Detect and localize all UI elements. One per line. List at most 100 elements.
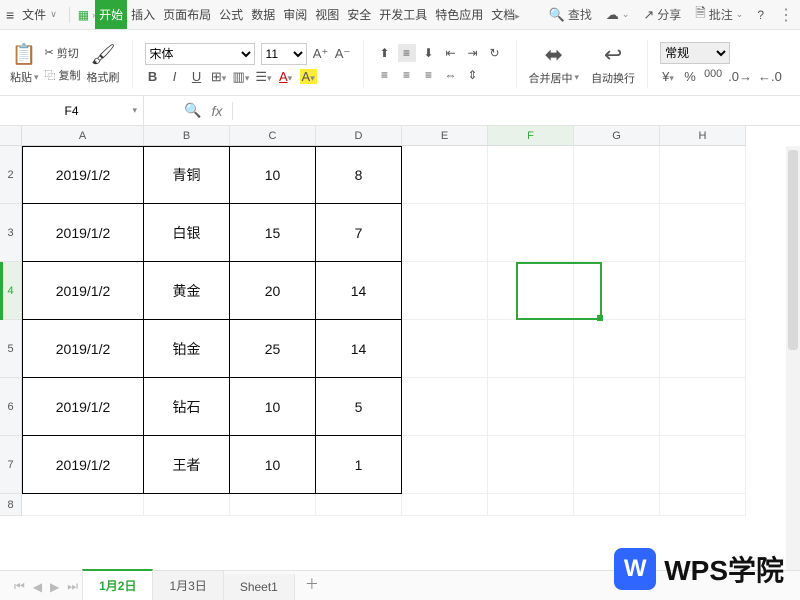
- font-name-select[interactable]: 宋体: [145, 43, 255, 65]
- cell[interactable]: 2019/1/2: [22, 146, 144, 204]
- cell[interactable]: 5: [316, 378, 402, 436]
- cell[interactable]: [574, 262, 660, 320]
- wrap-text-button[interactable]: ↩ 自动换行: [591, 42, 635, 86]
- cell[interactable]: [488, 262, 574, 320]
- underline-button[interactable]: U: [189, 69, 205, 84]
- cell[interactable]: [660, 262, 746, 320]
- cell[interactable]: [488, 494, 574, 516]
- cell[interactable]: 15: [230, 204, 316, 262]
- cell[interactable]: [402, 494, 488, 516]
- cell[interactable]: 10: [230, 436, 316, 494]
- col-header-E[interactable]: E: [402, 126, 488, 146]
- tab-view[interactable]: 视图: [311, 0, 343, 29]
- cell[interactable]: [574, 146, 660, 204]
- tab-data[interactable]: 数据: [247, 0, 279, 29]
- cell[interactable]: 黄金: [144, 262, 230, 320]
- cell[interactable]: [488, 146, 574, 204]
- thousands-button[interactable]: 000: [704, 68, 722, 85]
- sheet-tab-3[interactable]: Sheet1: [224, 574, 295, 600]
- tab-formulas[interactable]: 公式: [215, 0, 247, 29]
- cell[interactable]: 10: [230, 378, 316, 436]
- merge-across-button[interactable]: ⇔: [442, 66, 460, 84]
- document-tab[interactable]: ▦ ›: [78, 8, 95, 22]
- paste-button[interactable]: 📋 粘贴▾: [10, 42, 39, 85]
- bold-button[interactable]: B: [145, 69, 161, 84]
- vertical-scrollbar[interactable]: [786, 146, 800, 570]
- cell[interactable]: [574, 204, 660, 262]
- col-header-H[interactable]: H: [660, 126, 746, 146]
- indent-increase-button[interactable]: ⇥: [464, 44, 482, 62]
- col-header-A[interactable]: A: [22, 126, 144, 146]
- cell[interactable]: [402, 320, 488, 378]
- row-header[interactable]: 6: [0, 378, 22, 436]
- cell[interactable]: 2019/1/2: [22, 436, 144, 494]
- cell[interactable]: 1: [316, 436, 402, 494]
- number-format-select[interactable]: 常规: [660, 42, 730, 64]
- select-all-corner[interactable]: [0, 126, 22, 146]
- decrease-font-button[interactable]: A⁻: [335, 46, 351, 62]
- cell[interactable]: 钻石: [144, 378, 230, 436]
- orientation-button[interactable]: ↻: [486, 44, 504, 62]
- cell[interactable]: [660, 146, 746, 204]
- increase-decimal-button[interactable]: .0→: [728, 69, 752, 84]
- tab-dev[interactable]: 开发工具: [375, 0, 431, 29]
- col-header-F[interactable]: F: [488, 126, 574, 146]
- col-header-B[interactable]: B: [144, 126, 230, 146]
- cell[interactable]: 2019/1/2: [22, 262, 144, 320]
- cell[interactable]: [488, 436, 574, 494]
- row-header[interactable]: 7: [0, 436, 22, 494]
- formula-input[interactable]: [249, 104, 800, 118]
- cell[interactable]: [660, 378, 746, 436]
- tab-page-layout[interactable]: 页面布局: [159, 0, 215, 29]
- comments-button[interactable]: 🗎批注⌄: [695, 4, 743, 26]
- highlight-button[interactable]: A▾: [300, 69, 317, 84]
- row-header[interactable]: 8: [0, 494, 22, 516]
- align-bottom-button[interactable]: ⬇: [420, 44, 438, 62]
- cell[interactable]: [574, 378, 660, 436]
- italic-button[interactable]: I: [167, 69, 183, 84]
- search-button[interactable]: 🔍查找: [549, 6, 592, 23]
- cell[interactable]: 铂金: [144, 320, 230, 378]
- decrease-decimal-button[interactable]: ←.0: [758, 69, 782, 84]
- cell[interactable]: [488, 320, 574, 378]
- cell[interactable]: 王者: [144, 436, 230, 494]
- cell[interactable]: 7: [316, 204, 402, 262]
- more-button[interactable]: ⋮: [778, 5, 794, 25]
- cell[interactable]: [574, 320, 660, 378]
- font-color-button[interactable]: A▾: [278, 69, 294, 84]
- sheet-nav-first[interactable]: ⏮: [10, 579, 29, 600]
- cell[interactable]: [660, 320, 746, 378]
- cell[interactable]: [660, 204, 746, 262]
- align-right-button[interactable]: ≡: [420, 66, 438, 84]
- align-top-button[interactable]: ⬆: [376, 44, 394, 62]
- percent-button[interactable]: %: [682, 69, 698, 84]
- cell[interactable]: [144, 494, 230, 516]
- cell[interactable]: 8: [316, 146, 402, 204]
- sheet-nav-prev[interactable]: ◀: [29, 580, 46, 600]
- fill-color-button[interactable]: ▥▾: [233, 69, 250, 85]
- cut-button[interactable]: ✂剪切: [45, 45, 81, 61]
- cell[interactable]: [488, 204, 574, 262]
- help-button[interactable]: ?: [757, 8, 764, 22]
- cell[interactable]: [402, 378, 488, 436]
- increase-font-button[interactable]: A⁺: [313, 46, 329, 62]
- sheet-tab-2[interactable]: 1月3日: [153, 571, 223, 600]
- menu-icon[interactable]: ≡: [6, 7, 14, 23]
- font-size-select[interactable]: 11: [261, 43, 307, 65]
- cell[interactable]: 2019/1/2: [22, 204, 144, 262]
- cell[interactable]: 10: [230, 146, 316, 204]
- distribute-button[interactable]: ⇕: [464, 66, 482, 84]
- cell[interactable]: 2019/1/2: [22, 378, 144, 436]
- zoom-icon[interactable]: 🔍: [184, 102, 201, 119]
- col-header-G[interactable]: G: [574, 126, 660, 146]
- sheet-nav-next[interactable]: ▶: [46, 580, 63, 600]
- sheet-tab-1[interactable]: 1月2日: [82, 569, 153, 600]
- cell[interactable]: [22, 494, 144, 516]
- sheet-nav-last[interactable]: ⏭: [63, 579, 82, 600]
- cell[interactable]: 14: [316, 262, 402, 320]
- tab-insert[interactable]: 插入: [127, 0, 159, 29]
- cell[interactable]: [402, 262, 488, 320]
- file-menu[interactable]: 文件 ∨: [18, 4, 61, 25]
- col-header-C[interactable]: C: [230, 126, 316, 146]
- cell[interactable]: 25: [230, 320, 316, 378]
